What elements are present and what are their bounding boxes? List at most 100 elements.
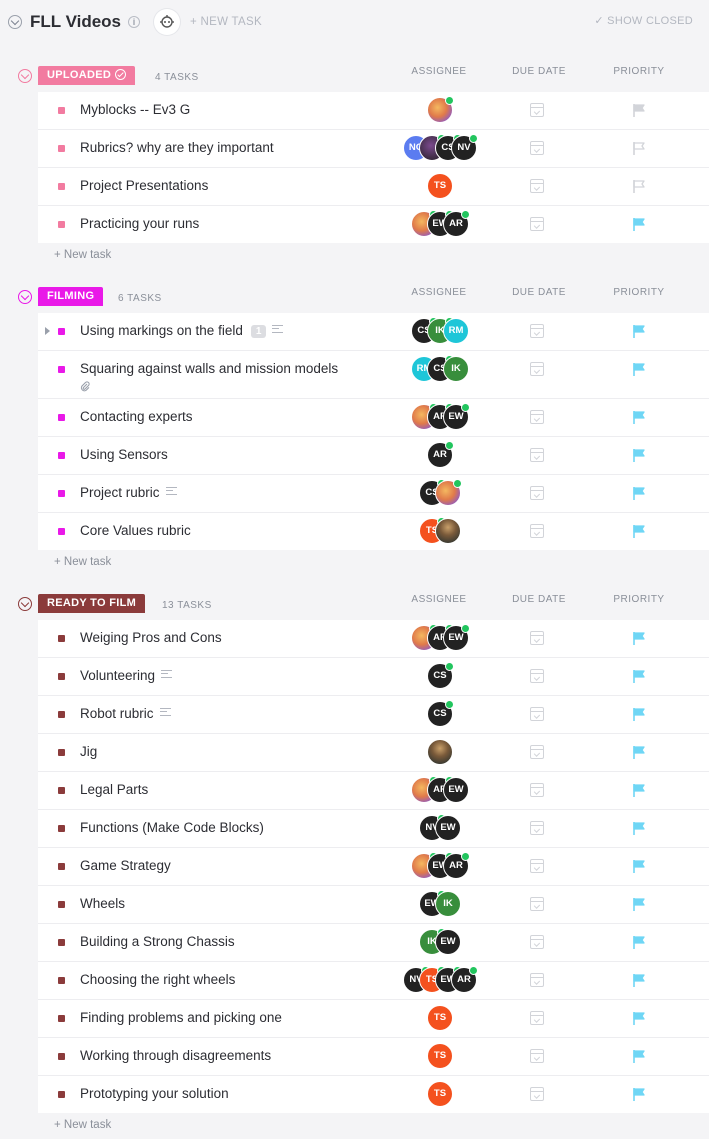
due-date-calendar-icon[interactable]	[530, 410, 544, 424]
task-row[interactable]: Project rubric CS	[38, 475, 709, 513]
task-row[interactable]: Practicing your runs EW AR	[38, 206, 709, 243]
task-row[interactable]: Working through disagreements TS	[38, 1038, 709, 1076]
assignee-avatars[interactable]: CS	[400, 479, 480, 506]
task-status-dot[interactable]	[58, 1053, 65, 1060]
task-status-dot[interactable]	[58, 1015, 65, 1022]
task-status-dot[interactable]	[58, 328, 65, 335]
automation-bot-icon[interactable]	[154, 9, 180, 35]
task-name[interactable]: Jig	[80, 744, 97, 759]
task-row[interactable]: Volunteering CS	[38, 658, 709, 696]
due-date-calendar-icon[interactable]	[530, 103, 544, 117]
task-name[interactable]: Practicing your runs	[80, 216, 199, 231]
due-date-calendar-icon[interactable]	[530, 1087, 544, 1101]
assignee-avatars[interactable]: AR EW	[400, 624, 480, 651]
task-name[interactable]: Myblocks -- Ev3 G	[80, 102, 190, 117]
avatar[interactable]: TS	[427, 1043, 453, 1069]
assignee-avatars[interactable]: AR EW	[400, 403, 480, 430]
task-name[interactable]: Project Presentations	[80, 178, 208, 193]
priority-flag-icon[interactable]	[632, 448, 646, 463]
assignee-avatars[interactable]: CS IK RM	[400, 317, 480, 344]
priority-flag-icon[interactable]	[632, 707, 646, 722]
due-date-calendar-icon[interactable]	[530, 669, 544, 683]
status-label[interactable]: READY TO FILM	[38, 594, 146, 613]
priority-flag-icon[interactable]	[632, 631, 646, 646]
collapse-list-icon[interactable]	[8, 15, 22, 29]
priority-flag-icon[interactable]	[632, 1049, 646, 1064]
task-status-dot[interactable]	[58, 145, 65, 152]
avatar[interactable]	[435, 518, 461, 544]
avatar[interactable]: CS	[427, 700, 454, 727]
priority-flag-icon[interactable]	[632, 821, 646, 836]
task-name[interactable]: Legal Parts	[80, 782, 148, 797]
avatar[interactable]: EW	[443, 624, 470, 651]
column-header-assignee[interactable]: ASSIGNEE	[399, 287, 479, 298]
avatar[interactable]: AR	[443, 210, 470, 237]
assignee-avatars[interactable]: TS	[400, 517, 480, 544]
collapse-group-icon[interactable]	[18, 290, 32, 304]
new-task-link[interactable]: + New task	[54, 1119, 111, 1131]
task-status-dot[interactable]	[58, 825, 65, 832]
priority-flag-icon[interactable]	[632, 973, 646, 988]
task-row[interactable]: Contacting experts AR EW	[38, 399, 709, 437]
priority-flag-icon[interactable]	[632, 486, 646, 501]
new-task-row[interactable]: + New task	[0, 243, 709, 269]
avatar[interactable]: AR	[443, 852, 470, 879]
assignee-avatars[interactable]: CS	[400, 700, 480, 727]
task-row[interactable]: Functions (Make Code Blocks) NV EW	[38, 810, 709, 848]
task-name[interactable]: Game Strategy	[80, 858, 171, 873]
avatar[interactable]	[435, 479, 462, 506]
column-header-due-date[interactable]: DUE DATE	[499, 594, 579, 605]
avatar[interactable]: NV	[451, 134, 478, 161]
due-date-calendar-icon[interactable]	[530, 179, 544, 193]
due-date-calendar-icon[interactable]	[530, 324, 544, 338]
column-header-due-date[interactable]: DUE DATE	[499, 287, 579, 298]
collapse-group-icon[interactable]	[18, 69, 32, 83]
due-date-calendar-icon[interactable]	[530, 897, 544, 911]
task-row[interactable]: Core Values rubric TS	[38, 513, 709, 550]
task-status-dot[interactable]	[58, 414, 65, 421]
task-status-dot[interactable]	[58, 635, 65, 642]
priority-flag-icon[interactable]	[632, 179, 646, 194]
assignee-avatars[interactable]: TS	[400, 1081, 480, 1107]
due-date-calendar-icon[interactable]	[530, 859, 544, 873]
task-status-dot[interactable]	[58, 977, 65, 984]
assignee-avatars[interactable]: EW AR	[400, 210, 480, 237]
due-date-calendar-icon[interactable]	[530, 141, 544, 155]
priority-flag-icon[interactable]	[632, 524, 646, 539]
task-status-dot[interactable]	[58, 490, 65, 497]
due-date-calendar-icon[interactable]	[530, 448, 544, 462]
assignee-avatars[interactable]: NG CS NV	[400, 134, 480, 161]
assignee-avatars[interactable]: NV TS EW AR	[400, 966, 480, 993]
task-status-dot[interactable]	[58, 1091, 65, 1098]
avatar[interactable]: IK	[435, 891, 461, 917]
task-name[interactable]: Core Values rubric	[80, 523, 191, 538]
task-status-dot[interactable]	[58, 939, 65, 946]
assignee-avatars[interactable]: CS	[400, 662, 480, 689]
priority-flag-icon[interactable]	[632, 783, 646, 798]
new-task-link[interactable]: + New task	[54, 249, 111, 261]
task-name[interactable]: Working through disagreements	[80, 1048, 271, 1063]
due-date-calendar-icon[interactable]	[530, 217, 544, 231]
new-task-link[interactable]: + New task	[54, 556, 111, 568]
show-closed-toggle[interactable]: ✓ SHOW CLOSED	[594, 14, 693, 27]
assignee-avatars[interactable]: NV EW	[400, 814, 480, 841]
task-row[interactable]: Prototyping your solution TS	[38, 1076, 709, 1113]
assignee-avatars[interactable]: EW IK	[400, 890, 480, 917]
task-status-dot[interactable]	[58, 749, 65, 756]
avatar[interactable]: AR	[451, 966, 478, 993]
task-status-dot[interactable]	[58, 107, 65, 114]
new-task-row[interactable]: + New task	[0, 1113, 709, 1139]
due-date-calendar-icon[interactable]	[530, 745, 544, 759]
task-name[interactable]: Choosing the right wheels	[80, 972, 235, 987]
task-row[interactable]: Rubrics? why are they important NG CS NV	[38, 130, 709, 168]
avatar[interactable]: AR	[427, 441, 454, 468]
new-task-row[interactable]: + New task	[0, 550, 709, 576]
assignee-avatars[interactable]	[400, 96, 480, 123]
task-row[interactable]: Legal Parts AR EW	[38, 772, 709, 810]
assignee-avatars[interactable]: TS	[400, 173, 480, 199]
task-name[interactable]: Robot rubric	[80, 706, 171, 721]
column-header-assignee[interactable]: ASSIGNEE	[399, 66, 479, 77]
due-date-calendar-icon[interactable]	[530, 631, 544, 645]
collapse-group-icon[interactable]	[18, 597, 32, 611]
task-row[interactable]: Project Presentations TS	[38, 168, 709, 206]
